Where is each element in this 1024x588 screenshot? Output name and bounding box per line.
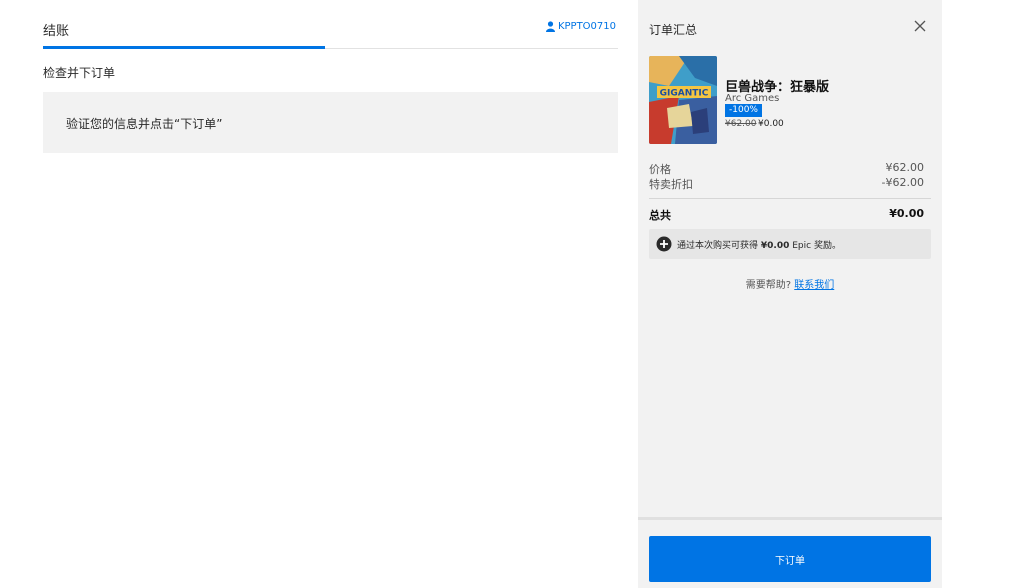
price-label: 价格: [649, 163, 671, 176]
svg-text:GIGANTIC: GIGANTIC: [660, 89, 709, 99]
verify-notice-text: 验证您的信息并点击“下订单”: [66, 117, 223, 131]
help-prefix: 需要帮助?: [745, 280, 792, 291]
checkout-tab[interactable]: 结账: [43, 20, 69, 39]
place-order-button[interactable]: 下订单: [649, 536, 931, 582]
total-label: 总共: [649, 209, 671, 222]
reward-notice: 通过本次购买可获得 ¥0.00 Epic 奖励。: [649, 229, 931, 259]
product-publisher: Arc Games: [725, 93, 780, 104]
final-price: ¥0.00: [758, 119, 784, 129]
epic-reward-icon: [656, 236, 672, 252]
section-title: 检查并下订单: [43, 66, 116, 80]
help-line: 需要帮助? 联系我们: [638, 276, 942, 291]
close-icon[interactable]: [912, 18, 928, 34]
discount-row: 特卖折扣 -¥62.00: [649, 176, 924, 192]
product-thumbnail: GIGANTIC: [649, 56, 717, 144]
order-summary-panel: 订单汇总 GIGANTIC 巨兽战争：狂暴版 Arc Games -100% ¥…: [638, 0, 942, 588]
total-value: ¥0.00: [889, 207, 924, 220]
total-row: 总共 ¥0.00: [649, 207, 924, 223]
summary-divider: [649, 198, 931, 199]
verify-notice: 验证您的信息并点击“下订单”: [43, 92, 618, 153]
account-name: KPPTO0710: [557, 21, 616, 32]
order-summary-title: 订单汇总: [649, 23, 698, 37]
reward-text: 通过本次购买可获得 ¥0.00 Epic 奖励。: [677, 241, 841, 251]
account-indicator[interactable]: KPPTO0710: [545, 21, 616, 32]
user-icon: [545, 21, 555, 32]
checkout-pane: 结账 KPPTO0710 检查并下订单 验证您的信息并点击“下订单”: [0, 0, 638, 588]
discount-value: -¥62.00: [881, 176, 924, 189]
discount-badge: -100%: [725, 104, 762, 117]
tab-active-indicator: [43, 46, 325, 49]
original-price: ¥62.00: [725, 119, 757, 129]
discount-label: 特卖折扣: [649, 178, 693, 191]
price-row: 价格 ¥62.00: [649, 161, 924, 177]
footer-separator: [638, 517, 942, 520]
price-value: ¥62.00: [885, 161, 925, 174]
contact-us-link[interactable]: 联系我们: [794, 280, 834, 291]
